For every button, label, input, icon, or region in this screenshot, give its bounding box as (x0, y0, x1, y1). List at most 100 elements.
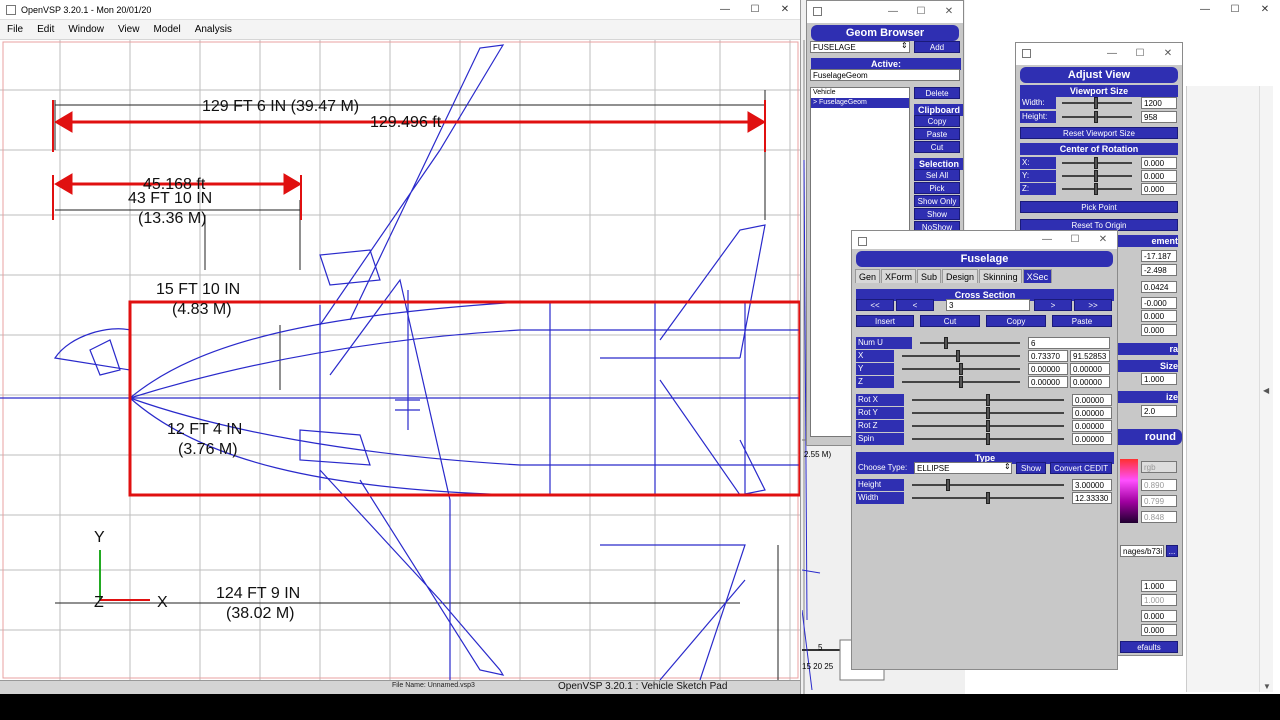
placement-field-3[interactable]: 0.0424 (1141, 281, 1177, 293)
show-only-button[interactable]: Show Only (914, 195, 960, 207)
copy-xsec-button[interactable]: Copy (986, 315, 1046, 327)
reset-viewport-button[interactable]: Reset Viewport Size (1020, 127, 1178, 139)
menu-window[interactable]: Window (61, 20, 111, 40)
spin-field[interactable]: 0.00000 (1072, 433, 1112, 445)
tree-item-fuselage[interactable]: > FuselageGeom (811, 98, 909, 108)
copy-button[interactable]: Copy (914, 115, 960, 127)
y-abs-field[interactable]: 0.00000 (1070, 363, 1110, 375)
menu-edit[interactable]: Edit (30, 20, 61, 40)
cor-x-slider[interactable] (1056, 157, 1138, 169)
close-icon[interactable]: ✕ (935, 1, 963, 23)
offset-field-1[interactable]: 0.000 (1141, 610, 1177, 622)
z-slider[interactable] (896, 376, 1026, 388)
insert-button[interactable]: Insert (856, 315, 914, 327)
placement-field-5[interactable]: 0.000 (1141, 310, 1177, 322)
maximize-icon[interactable]: ☐ (1061, 231, 1089, 249)
xsec-height-field[interactable]: 3.00000 (1072, 479, 1112, 491)
offset-field-2[interactable]: 0.000 (1141, 624, 1177, 636)
x-abs-field[interactable]: 91.52853 (1070, 350, 1110, 362)
convert-cedit-button[interactable]: Convert CEDIT (1050, 462, 1112, 474)
tab-xform[interactable]: XForm (881, 269, 917, 283)
close-icon[interactable]: ✕ (1089, 231, 1117, 249)
maximize-icon[interactable]: ☐ (740, 0, 770, 20)
adjust-view-titlebar[interactable]: — ☐ ✕ (1016, 43, 1182, 65)
height-slider[interactable] (1056, 111, 1138, 123)
show-type-button[interactable]: Show (1016, 462, 1046, 474)
tab-sub[interactable]: Sub (917, 269, 942, 283)
y-field[interactable]: 0.00000 (1028, 363, 1068, 375)
pick-point-button[interactable]: Pick Point (1020, 201, 1178, 213)
fuselage-titlebar[interactable]: — ☐ ✕ (852, 231, 1117, 249)
scale-field-2[interactable]: 1.000 (1141, 594, 1177, 606)
rotx-field[interactable]: 0.00000 (1072, 394, 1112, 406)
browse-button[interactable]: ... (1166, 545, 1178, 557)
xsec-type-select[interactable]: ELLIPSE (914, 462, 1012, 474)
background-scrollbar[interactable]: ◀ ▼ (1259, 86, 1273, 692)
xsec-width-field[interactable]: 12.33330 (1072, 492, 1112, 504)
bg-close-icon[interactable]: ✕ (1250, 0, 1280, 20)
tab-design[interactable]: Design (942, 269, 979, 283)
tree-item-vehicle[interactable]: Vehicle (811, 88, 909, 98)
paste-xsec-button[interactable]: Paste (1052, 315, 1112, 327)
add-button[interactable]: Add (914, 41, 960, 53)
tab-xsec[interactable]: XSec (1022, 269, 1053, 283)
x-slider[interactable] (896, 350, 1026, 362)
prev-xsec-button[interactable]: < (896, 299, 934, 311)
x-field[interactable]: 0.73370 (1028, 350, 1068, 362)
cor-x-field[interactable]: 0.000 (1141, 157, 1177, 169)
image-path-field[interactable]: nages/b73i (1120, 545, 1164, 557)
geom-browser-titlebar[interactable]: — ☐ ✕ (807, 1, 963, 23)
paste-button[interactable]: Paste (914, 128, 960, 140)
close-icon[interactable]: ✕ (770, 0, 800, 20)
placement-field-6[interactable]: 0.000 (1141, 324, 1177, 336)
xsec-index-field[interactable]: 3 (946, 299, 1030, 311)
z-field[interactable]: 0.00000 (1028, 376, 1068, 388)
bg-maximize-icon[interactable]: ☐ (1220, 0, 1250, 20)
spin-slider[interactable] (906, 433, 1070, 445)
scroll-left-icon[interactable]: ◀ (1263, 386, 1269, 395)
minimize-icon[interactable]: — (710, 0, 740, 20)
delete-button[interactable]: Delete (914, 87, 960, 99)
placement-field-2[interactable]: -2.498 (1141, 264, 1177, 276)
width-field[interactable]: 1200 (1141, 97, 1177, 109)
maximize-icon[interactable]: ☐ (907, 1, 935, 23)
rotz-slider[interactable] (906, 420, 1070, 432)
tab-skinning[interactable]: Skinning (979, 269, 1022, 283)
model-viewport[interactable]: 129 FT 6 IN (39.47 M) 129.496 ft 45.168 … (0, 40, 800, 680)
tab-gen[interactable]: Gen (855, 269, 881, 283)
bg-minimize-icon[interactable]: — (1190, 0, 1220, 20)
color-mode-select[interactable]: rgb (1141, 461, 1177, 473)
size-field[interactable]: 1.000 (1141, 373, 1177, 385)
cor-y-slider[interactable] (1056, 170, 1138, 182)
width-slider[interactable] (1056, 97, 1138, 109)
maximize-icon[interactable]: ☐ (1126, 43, 1154, 65)
num-u-field[interactable]: 6 (1028, 337, 1110, 349)
select-arrow-icon[interactable]: ⇕ (901, 41, 908, 50)
pick-toggle[interactable]: Pick (914, 182, 960, 194)
xsec-height-slider[interactable] (906, 479, 1070, 491)
menu-model[interactable]: Model (146, 20, 187, 40)
select-arrow-icon[interactable]: ⇕ (1004, 462, 1011, 471)
geom-type-select[interactable]: FUSELAGE (810, 41, 910, 53)
main-titlebar[interactable]: OpenVSP 3.20.1 - Mon 20/01/20 — ☐ ✕ (0, 0, 800, 20)
cut-button[interactable]: Cut (914, 141, 960, 153)
placement-field-1[interactable]: -17.187 (1141, 250, 1177, 262)
placement-field-4[interactable]: -0.000 (1141, 297, 1177, 309)
color-b-field[interactable]: 0.848 (1141, 511, 1177, 523)
rotz-field[interactable]: 0.00000 (1072, 420, 1112, 432)
cor-z-field[interactable]: 0.000 (1141, 183, 1177, 195)
color-g-field[interactable]: 0.799 (1141, 495, 1177, 507)
select-all-button[interactable]: Sel All (914, 169, 960, 181)
zoom-size-field[interactable]: 2.0 (1141, 405, 1177, 417)
color-r-field[interactable]: 0.890 (1141, 479, 1177, 491)
active-geom-field[interactable]: FuselageGeom (810, 69, 960, 81)
cor-y-field[interactable]: 0.000 (1141, 170, 1177, 182)
height-field[interactable]: 958 (1141, 111, 1177, 123)
roty-slider[interactable] (906, 407, 1070, 419)
menu-view[interactable]: View (111, 20, 147, 40)
cor-z-slider[interactable] (1056, 183, 1138, 195)
num-u-slider[interactable] (914, 337, 1026, 349)
menu-analysis[interactable]: Analysis (188, 20, 239, 40)
first-xsec-button[interactable]: << (856, 299, 894, 311)
minimize-icon[interactable]: — (1098, 43, 1126, 65)
